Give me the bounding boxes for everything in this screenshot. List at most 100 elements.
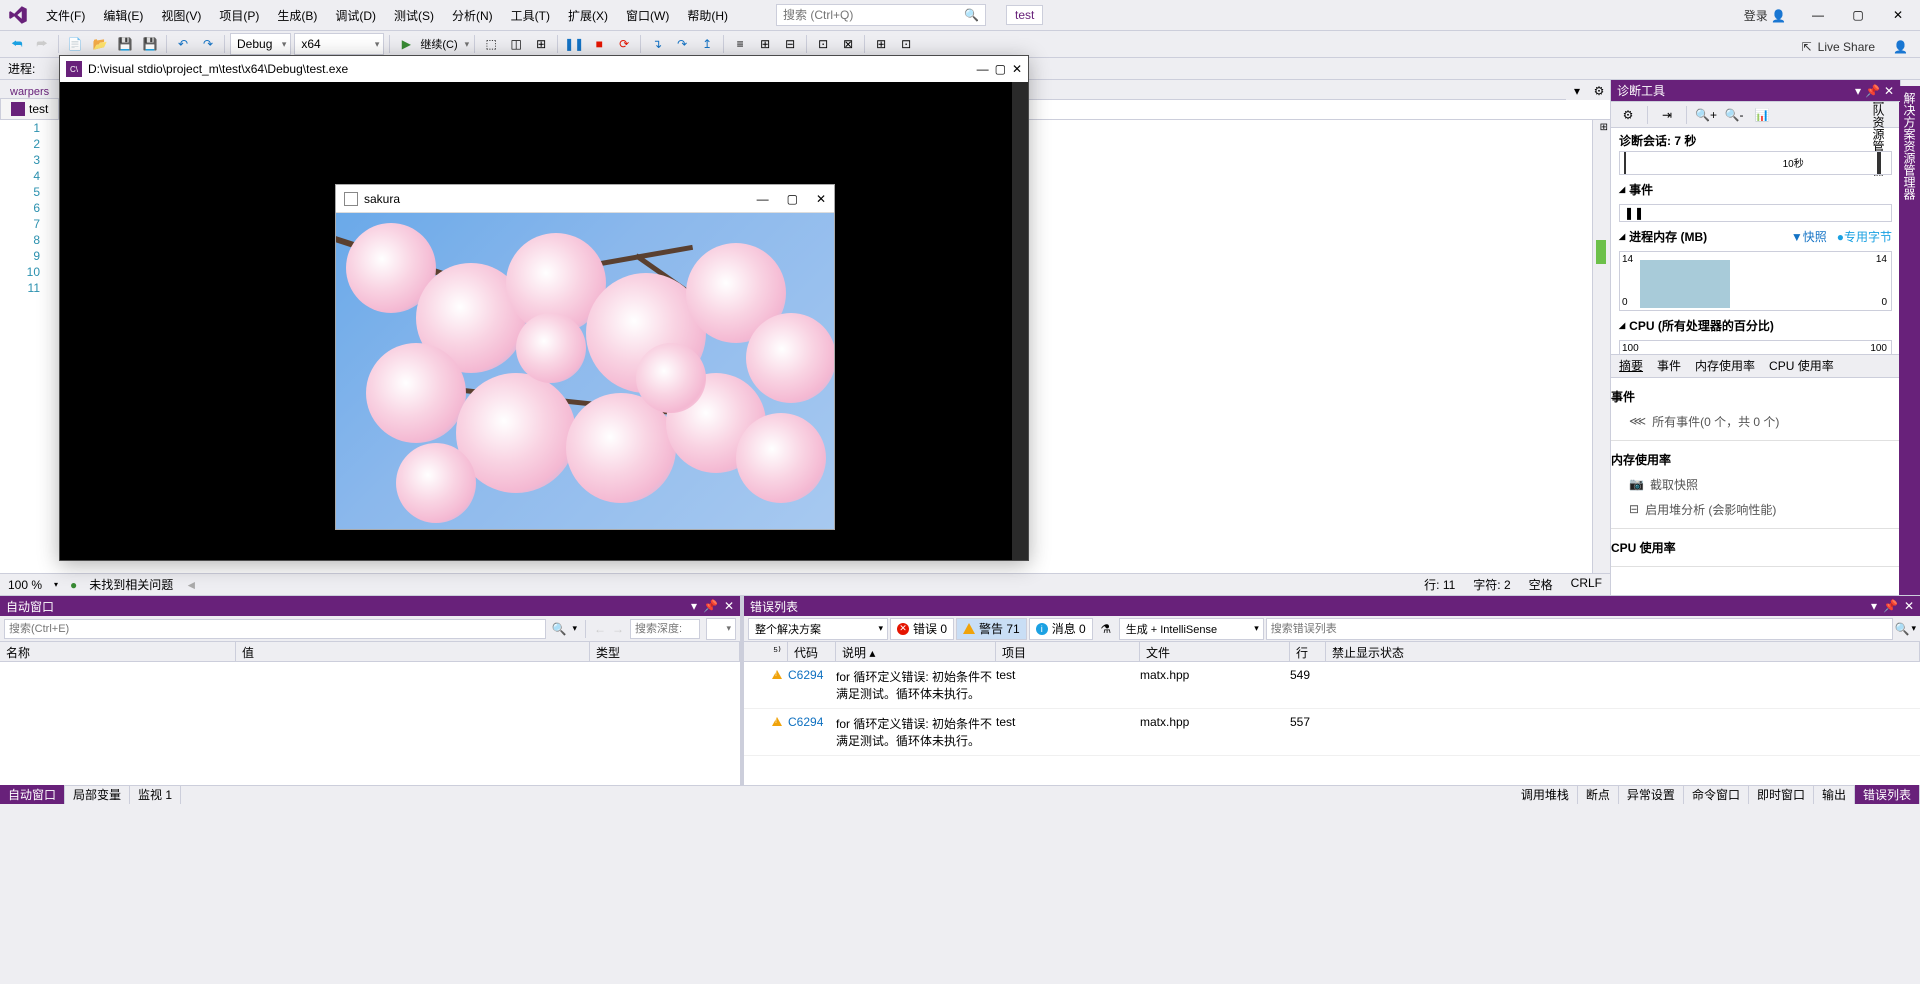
file-tab-test[interactable]: test xyxy=(0,98,59,119)
col-line[interactable]: 行 xyxy=(1290,642,1326,661)
dropdown-icon[interactable]: ▾ xyxy=(1871,599,1877,613)
step-out-icon[interactable]: ↥ xyxy=(696,33,718,55)
tab-locals[interactable]: 局部变量 xyxy=(65,785,130,804)
col-code[interactable]: 代码 xyxy=(788,642,836,661)
menu-project[interactable]: 项目(P) xyxy=(211,3,267,28)
tb-icon-a[interactable]: ≡ xyxy=(729,33,751,55)
nav-back-icon[interactable]: ← xyxy=(594,622,606,636)
pin-icon[interactable]: 📌 xyxy=(1865,84,1880,98)
restart-icon[interactable]: ⟳ xyxy=(613,33,635,55)
tab-exception[interactable]: 异常设置 xyxy=(1619,785,1684,804)
quick-search[interactable]: 🔍 xyxy=(776,4,986,26)
close-icon[interactable]: ✕ xyxy=(724,599,734,613)
all-events-link[interactable]: ⋘所有事件(0 个，共 0 个) xyxy=(1611,409,1900,434)
tab-solution-explorer[interactable]: 解决方案资源管理器 xyxy=(1899,86,1920,595)
col-suppress[interactable]: 禁止显示状态 xyxy=(1326,642,1920,661)
close-button[interactable]: ✕ xyxy=(1884,5,1912,25)
cpu-section[interactable]: CPU (所有处理器的百分比) xyxy=(1619,313,1892,338)
tab-watch[interactable]: 监视 1 xyxy=(130,785,181,804)
sakura-title-bar[interactable]: sakura — ▢ ✕ xyxy=(336,185,834,213)
error-row[interactable]: C6294 for 循环定义错误: 初始条件不满足测试。循环体未执行。 test… xyxy=(744,709,1920,756)
tab-breakpoints[interactable]: 断点 xyxy=(1578,785,1619,804)
stop-icon[interactable]: ■ xyxy=(588,33,610,55)
tb-icon-2[interactable]: ◫ xyxy=(505,33,527,55)
col-desc[interactable]: 说明 ▴ xyxy=(836,642,996,661)
tb-icon-d[interactable]: ⊡ xyxy=(812,33,834,55)
tab-callstack[interactable]: 调用堆栈 xyxy=(1513,785,1578,804)
snapshot-link[interactable]: 📷截取快照 xyxy=(1611,472,1900,497)
col-icon[interactable]: ⁵⁾ xyxy=(744,642,788,661)
tab-summary[interactable]: 摘要 xyxy=(1619,357,1643,374)
menu-file[interactable]: 文件(F) xyxy=(38,3,93,28)
tab-immediate[interactable]: 即时窗口 xyxy=(1749,785,1814,804)
error-code[interactable]: C6294 xyxy=(788,668,836,682)
tb-icon-c[interactable]: ⊟ xyxy=(779,33,801,55)
step-into-icon[interactable]: ↴ xyxy=(646,33,668,55)
redo-icon[interactable]: ↷ xyxy=(197,33,219,55)
minimize-button[interactable]: — xyxy=(1804,5,1832,25)
error-code[interactable]: C6294 xyxy=(788,715,836,729)
save-icon[interactable]: 💾 xyxy=(114,33,136,55)
search-icon[interactable]: 🔍 xyxy=(1895,622,1910,636)
dropdown-icon[interactable]: ▾ xyxy=(691,599,697,613)
editor-options-icon[interactable]: ▾ xyxy=(1566,82,1588,100)
open-icon[interactable]: 📂 xyxy=(89,33,111,55)
project-name-badge[interactable]: test xyxy=(1006,5,1043,25)
depth-dropdown[interactable] xyxy=(706,618,736,640)
col-proj[interactable]: 项目 xyxy=(996,642,1140,661)
minimize-icon[interactable]: — xyxy=(757,192,769,206)
nav-back-icon[interactable]: ⮪ xyxy=(6,33,28,55)
menu-window[interactable]: 窗口(W) xyxy=(618,3,677,28)
menu-ext[interactable]: 扩展(X) xyxy=(560,3,616,28)
close-icon[interactable]: ✕ xyxy=(1904,599,1914,613)
line-ending[interactable]: CRLF xyxy=(1571,576,1602,593)
tab-cpu[interactable]: CPU 使用率 xyxy=(1769,357,1834,374)
close-icon[interactable]: ✕ xyxy=(816,192,826,206)
timeline-ruler[interactable]: 10秒 xyxy=(1619,151,1892,175)
heap-link[interactable]: ⊟启用堆分析 (会影响性能) xyxy=(1611,497,1900,522)
col-value[interactable]: 值 xyxy=(236,642,590,661)
close-icon[interactable]: ✕ xyxy=(1012,62,1022,76)
messages-filter[interactable]: i消息 0 xyxy=(1029,618,1093,640)
gear-icon[interactable]: ⚙ xyxy=(1617,104,1639,126)
events-section[interactable]: 事件 xyxy=(1619,177,1892,202)
menu-debug[interactable]: 调试(D) xyxy=(327,3,384,28)
undo-icon[interactable]: ↶ xyxy=(172,33,194,55)
export-icon[interactable]: ⇥ xyxy=(1656,104,1678,126)
chart-icon[interactable]: 📊 xyxy=(1751,104,1773,126)
tb-icon-b[interactable]: ⊞ xyxy=(754,33,776,55)
maximize-icon[interactable]: ▢ xyxy=(995,62,1006,76)
tab-auto[interactable]: 自动窗口 xyxy=(0,785,65,804)
tb-icon-f[interactable]: ⊞ xyxy=(870,33,892,55)
step-over-icon[interactable]: ↷ xyxy=(671,33,693,55)
console-window[interactable]: C\ D:\visual stdio\project_m\test\x64\De… xyxy=(59,55,1029,561)
filter-icon[interactable]: ⚗ xyxy=(1095,618,1117,640)
errors-filter[interactable]: ✕错误 0 xyxy=(890,618,954,640)
tab-output[interactable]: 输出 xyxy=(1814,785,1855,804)
error-search-input[interactable] xyxy=(1266,618,1893,640)
console-scrollbar[interactable] xyxy=(1012,82,1028,560)
gear-icon[interactable]: ⚙ xyxy=(1588,82,1610,100)
save-all-icon[interactable]: 💾 xyxy=(139,33,161,55)
platform-dropdown[interactable]: x64 xyxy=(294,33,384,55)
source-dropdown[interactable]: 生成 + IntelliSense xyxy=(1119,618,1264,640)
tab-memory[interactable]: 内存使用率 xyxy=(1695,357,1755,374)
zoom-in-icon[interactable]: 🔍+ xyxy=(1695,104,1717,126)
tb-icon-3[interactable]: ⊞ xyxy=(530,33,552,55)
error-row[interactable]: C6294 for 循环定义错误: 初始条件不满足测试。循环体未执行。 test… xyxy=(744,662,1920,709)
pin-icon[interactable]: 📌 xyxy=(1883,599,1898,613)
maximize-icon[interactable]: ▢ xyxy=(787,192,798,206)
menu-build[interactable]: 生成(B) xyxy=(269,3,325,28)
sakura-window[interactable]: sakura — ▢ ✕ xyxy=(335,184,835,530)
menu-edit[interactable]: 编辑(E) xyxy=(95,3,151,28)
tab-events[interactable]: 事件 xyxy=(1657,357,1681,374)
memory-section[interactable]: 进程内存 (MB) ▼快照 ●专用字节 xyxy=(1619,224,1892,249)
col-file[interactable]: 文件 xyxy=(1140,642,1290,661)
dropdown-icon[interactable]: ▾ xyxy=(1855,84,1861,98)
col-type[interactable]: 类型 xyxy=(590,642,740,661)
console-title-bar[interactable]: C\ D:\visual stdio\project_m\test\x64\De… xyxy=(60,56,1028,82)
quick-search-input[interactable] xyxy=(783,8,964,22)
menu-help[interactable]: 帮助(H) xyxy=(679,3,736,28)
maximize-button[interactable]: ▢ xyxy=(1844,5,1872,25)
zoom-level[interactable]: 100 % xyxy=(8,578,42,592)
